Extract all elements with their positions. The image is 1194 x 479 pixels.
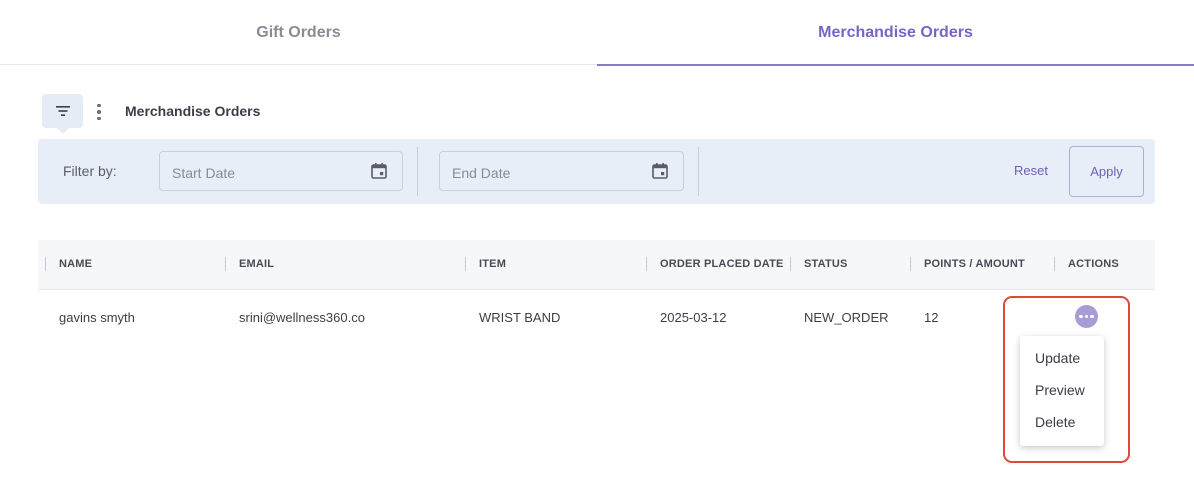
- calendar-icon[interactable]: [370, 162, 388, 180]
- column-separator: [1054, 257, 1055, 271]
- filter-by-label: Filter by:: [63, 163, 117, 179]
- filter-icon: [55, 106, 70, 116]
- calendar-icon[interactable]: [651, 162, 669, 180]
- column-header-actions: ACTIONS: [1068, 258, 1119, 270]
- cell-item: WRIST BAND: [479, 310, 561, 325]
- start-date-input[interactable]: Start Date: [159, 151, 403, 191]
- column-header-email[interactable]: EMAIL: [239, 258, 274, 270]
- tab-merchandise-orders[interactable]: Merchandise Orders: [597, 0, 1194, 66]
- menu-item-preview[interactable]: Preview: [1035, 382, 1085, 398]
- column-separator: [225, 257, 226, 271]
- filter-bar: Filter by: Start Date End Date Reset App…: [38, 139, 1155, 204]
- end-date-input[interactable]: End Date: [439, 151, 684, 191]
- filter-divider: [417, 147, 418, 196]
- apply-button[interactable]: Apply: [1069, 146, 1144, 197]
- cell-order-date: 2025-03-12: [660, 310, 727, 325]
- tab-gift-orders[interactable]: Gift Orders: [0, 0, 597, 65]
- column-separator: [646, 257, 647, 271]
- column-header-status[interactable]: STATUS: [804, 258, 848, 270]
- column-header-name[interactable]: NAME: [59, 258, 92, 270]
- start-date-placeholder: Start Date: [172, 165, 236, 181]
- cell-points: 12: [924, 310, 939, 325]
- table-header: NAME EMAIL ITEM ORDER PLACED DATE STATUS…: [38, 240, 1155, 290]
- column-separator: [45, 257, 46, 271]
- cell-email: srini@wellness360.co: [239, 310, 365, 325]
- column-separator: [790, 257, 791, 271]
- column-separator: [910, 257, 911, 271]
- column-header-points[interactable]: POINTS / AMOUNT: [924, 258, 1025, 270]
- menu-item-update[interactable]: Update: [1035, 350, 1080, 366]
- cell-name: gavins smyth: [59, 310, 135, 325]
- actions-menu: Update Preview Delete: [1020, 336, 1104, 446]
- reset-button[interactable]: Reset: [1014, 163, 1048, 178]
- kebab-icon[interactable]: [92, 100, 106, 124]
- column-separator: [465, 257, 466, 271]
- filter-divider: [698, 147, 699, 196]
- tab-bar: Gift Orders Merchandise Orders: [0, 0, 1194, 66]
- cell-status: NEW_ORDER: [804, 310, 889, 325]
- column-header-item[interactable]: ITEM: [479, 258, 506, 270]
- filter-toggle-button[interactable]: [42, 94, 83, 134]
- end-date-placeholder: End Date: [452, 165, 511, 181]
- section-title: Merchandise Orders: [125, 103, 261, 119]
- menu-item-delete[interactable]: Delete: [1035, 414, 1075, 430]
- column-header-order-date[interactable]: ORDER PLACED DATE: [660, 258, 784, 270]
- more-horizontal-icon[interactable]: [1075, 305, 1098, 328]
